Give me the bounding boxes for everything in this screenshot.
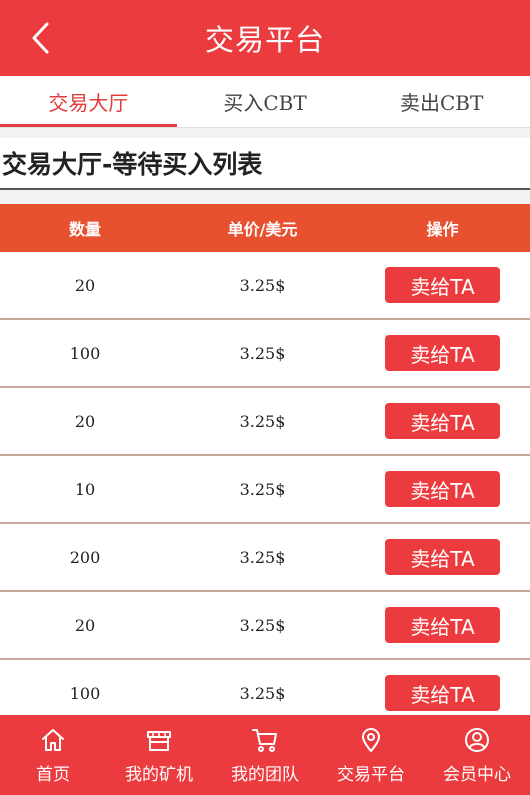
page-title: 交易平台 <box>204 23 325 57</box>
nav-item-my-team[interactable]: 我的团队 <box>212 715 318 795</box>
store-icon <box>147 730 171 751</box>
sell-to-button[interactable]: 卖给TA <box>385 471 500 507</box>
price-cell: 3.25$ <box>239 411 286 431</box>
op-cell: 卖给TA <box>355 539 530 575</box>
table-row: 10 3.25$ 卖给TA <box>0 456 530 524</box>
qty-cell: 200 <box>69 547 101 567</box>
table-row: 20 3.25$ 卖给TA <box>0 252 530 320</box>
column-header-qty: 数量 <box>68 220 101 239</box>
qty-cell: 20 <box>74 275 96 295</box>
table-row: 100 3.25$ 卖给TA <box>0 660 530 715</box>
home-icon <box>42 728 64 751</box>
app-header: 交易平台 <box>0 0 530 76</box>
qty-cell: 10 <box>74 479 96 499</box>
nav-item-member-center[interactable]: 会员中心 <box>424 715 530 795</box>
op-cell: 卖给TA <box>355 471 530 507</box>
nav-label: 我的矿机 <box>125 764 193 785</box>
location-pin-icon <box>362 727 380 752</box>
user-icon <box>465 727 489 752</box>
table-row: 200 3.25$ 卖给TA <box>0 524 530 592</box>
qty-cell: 100 <box>69 343 101 363</box>
bottom-nav: 首页 我的矿机 我的团队 交易平台 会员中心 <box>0 715 530 795</box>
section-title-text: 交易大厅-等待买入列表 <box>2 150 263 179</box>
qty-cell: 20 <box>74 615 96 635</box>
op-cell: 卖给TA <box>355 267 530 303</box>
qty-cell: 20 <box>74 411 96 431</box>
tab-bar: 交易大厅 买入CBT 卖出CBT <box>0 76 530 128</box>
price-cell: 3.25$ <box>239 479 286 499</box>
column-header-op: 操作 <box>426 220 459 239</box>
sell-to-button[interactable]: 卖给TA <box>385 539 500 575</box>
price-cell: 3.25$ <box>239 615 286 635</box>
price-cell: 3.25$ <box>239 683 286 703</box>
op-cell: 卖给TA <box>355 675 530 711</box>
tab-trading-hall[interactable]: 交易大厅 <box>0 76 177 127</box>
table-header: 数量 单价/美元 操作 <box>0 204 530 252</box>
op-cell: 卖给TA <box>355 607 530 643</box>
chevron-left-icon <box>32 22 49 54</box>
price-cell: 3.25$ <box>239 547 286 567</box>
tab-sell-cbt[interactable]: 卖出CBT <box>353 76 530 127</box>
nav-item-my-miners[interactable]: 我的矿机 <box>106 715 212 795</box>
op-cell: 卖给TA <box>355 403 530 439</box>
nav-label: 我的团队 <box>231 764 299 785</box>
back-button[interactable] <box>22 20 58 56</box>
sell-to-button[interactable]: 卖给TA <box>385 675 500 711</box>
sell-to-button[interactable]: 卖给TA <box>385 403 500 439</box>
price-cell: 3.25$ <box>239 343 286 363</box>
sell-to-button[interactable]: 卖给TA <box>385 607 500 643</box>
qty-cell: 100 <box>69 683 101 703</box>
column-header-price: 单价/美元 <box>227 220 298 239</box>
tab-buy-cbt[interactable]: 买入CBT <box>177 76 354 127</box>
price-cell: 3.25$ <box>239 275 286 295</box>
section-title: 交易大厅-等待买入列表 <box>0 138 530 190</box>
table-row: 100 3.25$ 卖给TA <box>0 320 530 388</box>
table-row: 20 3.25$ 卖给TA <box>0 592 530 660</box>
nav-item-home[interactable]: 首页 <box>0 715 106 795</box>
nav-item-trading-platform[interactable]: 交易平台 <box>318 715 424 795</box>
sell-to-button[interactable]: 卖给TA <box>385 335 500 371</box>
nav-label: 首页 <box>36 764 70 785</box>
nav-label: 交易平台 <box>337 764 405 785</box>
op-cell: 卖给TA <box>355 335 530 371</box>
sell-to-button[interactable]: 卖给TA <box>385 267 500 303</box>
nav-label: 会员中心 <box>443 764 511 785</box>
cart-icon <box>252 728 277 752</box>
table-row: 20 3.25$ 卖给TA <box>0 388 530 456</box>
order-list[interactable]: 20 3.25$ 卖给TA 100 3.25$ 卖给TA 20 3.25$ 卖给… <box>0 252 530 715</box>
